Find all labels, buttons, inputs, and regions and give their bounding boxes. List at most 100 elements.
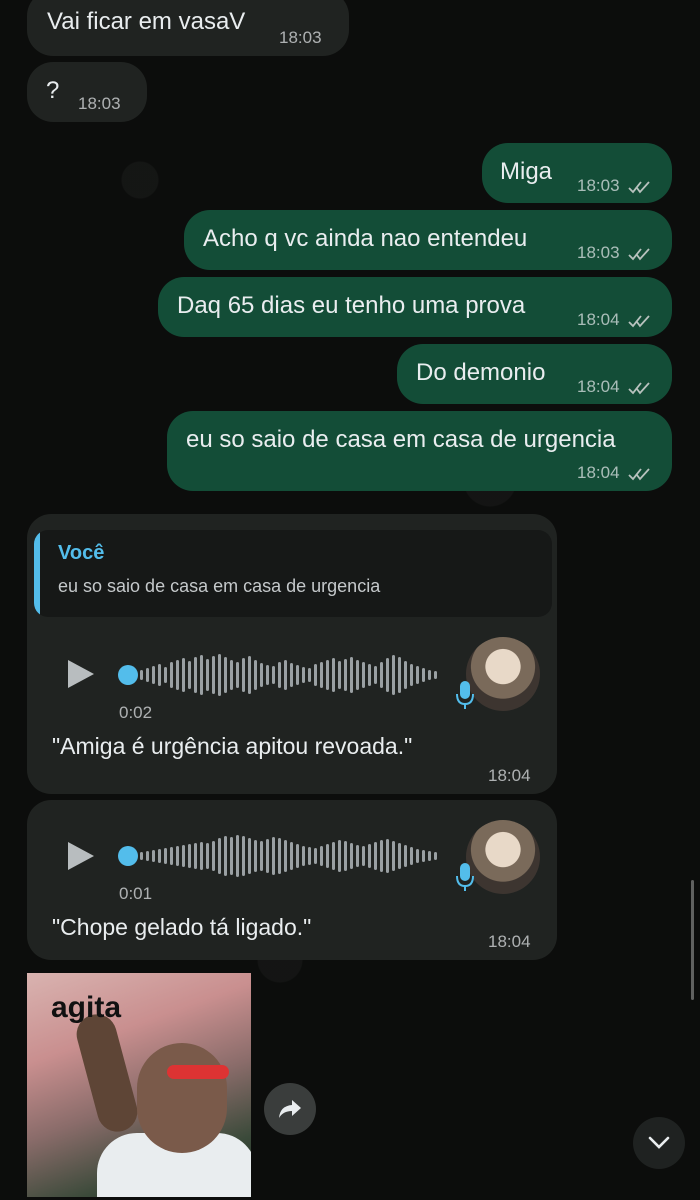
waveform-bar <box>362 662 365 688</box>
waveform-bar <box>344 841 347 871</box>
quote-author: Você <box>58 542 105 564</box>
waveform-bar <box>362 846 365 866</box>
waveform-bar <box>164 667 167 683</box>
waveform-bar <box>386 658 389 692</box>
waveform-bar <box>230 660 233 690</box>
voice-waveform[interactable] <box>140 826 437 886</box>
message-outgoing[interactable]: Do demonio 18:04 <box>397 344 672 404</box>
waveform-bar <box>254 660 257 690</box>
waveform-bar <box>356 845 359 867</box>
waveform-bar <box>314 848 317 864</box>
double-check-icon <box>628 314 650 327</box>
waveform-bar <box>332 842 335 870</box>
waveform-bar <box>320 846 323 866</box>
double-check-icon <box>628 381 650 394</box>
waveform-bar <box>290 663 293 687</box>
waveform-bar <box>338 840 341 872</box>
playback-position-dot[interactable] <box>118 846 138 866</box>
waveform-bar <box>314 664 317 686</box>
waveform-bar <box>374 666 377 684</box>
waveform-bar <box>338 661 341 689</box>
waveform-bar <box>368 844 371 868</box>
message-outgoing[interactable]: Daq 65 dias eu tenho uma prova 18:04 <box>158 277 672 337</box>
message-status: 18:04 <box>577 463 652 483</box>
message-time: 18:03 <box>577 243 620 262</box>
waveform-bar <box>422 668 425 682</box>
play-icon[interactable] <box>66 840 96 872</box>
waveform-bar <box>212 656 215 694</box>
waveform-bar <box>248 656 251 694</box>
message-time: 18:04 <box>577 310 620 329</box>
waveform-bar <box>158 664 161 686</box>
waveform-bar <box>200 655 203 695</box>
waveform-bar <box>224 836 227 876</box>
sticker-glasses <box>167 1065 229 1079</box>
waveform-bar <box>386 839 389 873</box>
waveform-bar <box>350 657 353 693</box>
message-status: 18:04 <box>577 377 652 397</box>
waveform-bar <box>302 846 305 866</box>
forward-button[interactable] <box>264 1083 316 1135</box>
waveform-bar <box>212 841 215 871</box>
voice-transcript: "Amiga é urgência apitou revoada." <box>52 733 413 759</box>
sticker-arm <box>72 1009 142 1137</box>
message-outgoing[interactable]: Acho q vc ainda nao entendeu 18:03 <box>184 210 672 270</box>
voice-duration: 0:02 <box>119 703 153 722</box>
waveform-bar <box>434 852 437 860</box>
quoted-message[interactable]: Você eu so saio de casa em casa de urgen… <box>34 530 552 617</box>
sticker-image[interactable]: agita <box>27 973 251 1197</box>
waveform-bar <box>356 660 359 690</box>
waveform-bar <box>254 840 257 872</box>
waveform-bar <box>176 846 179 866</box>
scroll-down-button[interactable] <box>633 1117 685 1169</box>
waveform-bar <box>392 655 395 695</box>
sticker-face <box>137 1043 227 1153</box>
waveform-bar <box>146 668 149 682</box>
message-incoming[interactable]: Vai ficar em vasaV 18:03 <box>27 0 349 56</box>
waveform-bar <box>398 657 401 693</box>
waveform-bar <box>152 666 155 684</box>
waveform-bar <box>200 842 203 870</box>
message-incoming[interactable]: ? 18:03 <box>27 62 147 122</box>
waveform-bar <box>302 667 305 683</box>
scrollbar[interactable] <box>691 880 694 1000</box>
avatar[interactable] <box>466 820 540 894</box>
microphone-icon <box>456 863 474 891</box>
waveform-bar <box>428 851 431 861</box>
waveform-bar <box>284 660 287 690</box>
playback-position-dot[interactable] <box>118 665 138 685</box>
waveform-bar <box>218 838 221 874</box>
waveform-bar <box>146 851 149 861</box>
waveform-bar <box>410 847 413 865</box>
waveform-bar <box>422 850 425 862</box>
waveform-bar <box>380 840 383 872</box>
waveform-bar <box>404 845 407 867</box>
waveform-bar <box>290 842 293 870</box>
message-time: 18:03 <box>279 28 322 47</box>
waveform-bar <box>230 837 233 875</box>
message-outgoing[interactable]: Miga 18:03 <box>482 143 672 203</box>
waveform-bar <box>296 844 299 868</box>
waveform-bar <box>380 662 383 688</box>
waveform-bar <box>152 850 155 862</box>
message-text: eu so saio de casa em casa de urgencia <box>186 426 616 453</box>
waveform-bar <box>224 657 227 693</box>
waveform-bar <box>260 663 263 687</box>
waveform-bar <box>392 841 395 871</box>
message-time: 18:04 <box>577 463 620 482</box>
play-icon[interactable] <box>66 658 96 690</box>
waveform-bar <box>434 671 437 679</box>
waveform-bar <box>242 658 245 692</box>
waveform-bar <box>398 843 401 869</box>
message-status: 18:03 <box>577 243 652 263</box>
message-outgoing[interactable]: eu so saio de casa em casa de urgencia 1… <box>167 411 672 491</box>
waveform-bar <box>296 665 299 685</box>
voice-waveform[interactable] <box>140 645 437 705</box>
waveform-bar <box>182 658 185 692</box>
waveform-bar <box>278 838 281 874</box>
waveform-bar <box>188 661 191 689</box>
waveform-bar <box>416 849 419 863</box>
avatar[interactable] <box>466 637 540 711</box>
message-text: Acho q vc ainda nao entendeu <box>203 225 528 252</box>
quote-text: eu so saio de casa em casa de urgencia <box>58 576 381 596</box>
